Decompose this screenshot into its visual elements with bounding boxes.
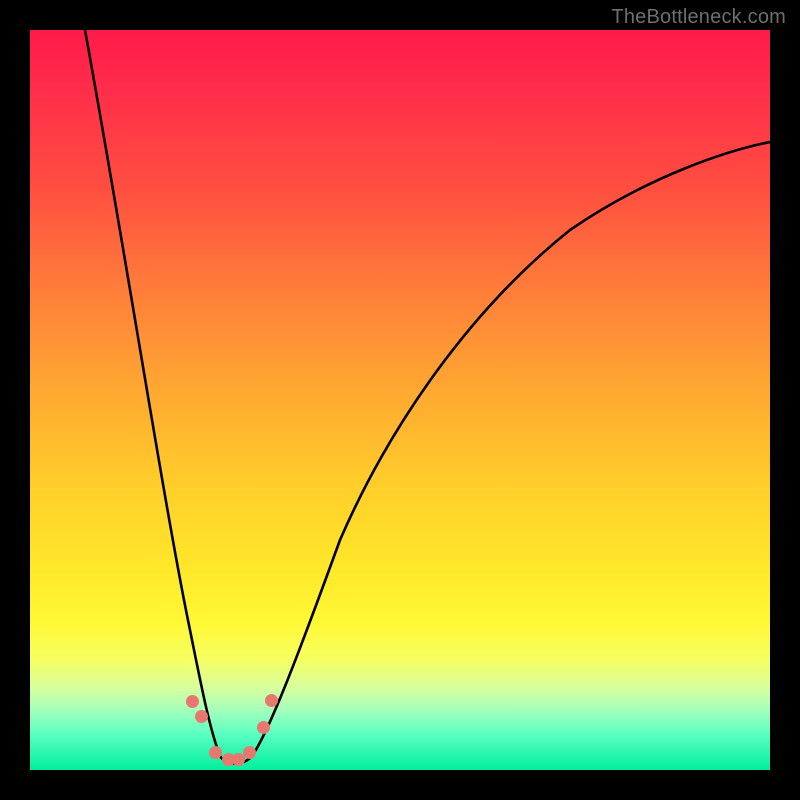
data-markers-group — [30, 30, 770, 770]
data-marker — [243, 746, 256, 759]
data-marker — [209, 746, 222, 759]
data-marker — [186, 695, 199, 708]
watermark-text: TheBottleneck.com — [611, 6, 786, 29]
data-marker — [195, 710, 208, 723]
plot-area — [30, 30, 770, 770]
chart-frame: TheBottleneck.com — [0, 0, 800, 800]
data-marker — [257, 721, 270, 734]
data-marker — [265, 694, 278, 707]
